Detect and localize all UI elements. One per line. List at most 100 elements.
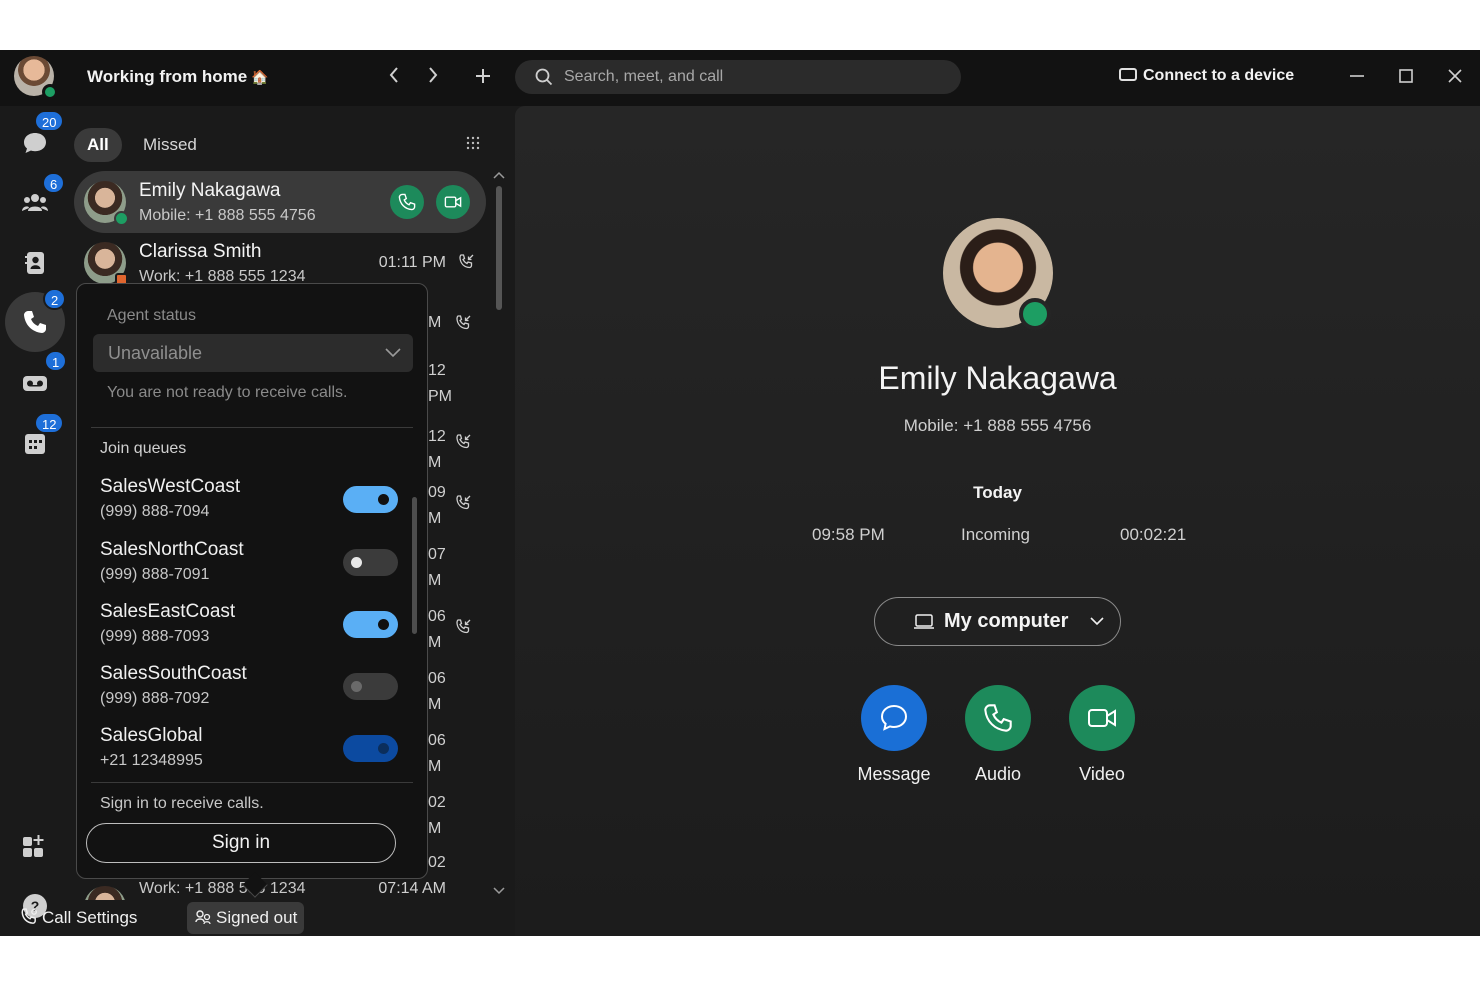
house-emoji-icon: 🏠 (251, 69, 269, 85)
rail-calling[interactable]: 2 (5, 288, 67, 352)
top-bar: Working from home 🏠 Search, meet, and cal… (0, 50, 1480, 106)
incoming-call-icon (456, 495, 471, 510)
scrollbar-thumb[interactable] (496, 186, 502, 310)
partial-call-time: 09 M (428, 484, 446, 527)
tab-missed[interactable]: Missed (130, 128, 210, 162)
calling-badge: 2 (43, 288, 67, 310)
queue-toggle[interactable] (343, 735, 398, 762)
rail-teams[interactable]: 6 (8, 172, 66, 230)
popup-scrollbar[interactable] (412, 497, 417, 634)
queue-name: SalesSouthCoast (100, 663, 247, 684)
avatar (84, 886, 126, 900)
meetings-badge: 12 (34, 412, 65, 434)
search-icon (535, 68, 553, 86)
contacts-icon (25, 252, 44, 274)
scroll-up-icon[interactable] (493, 170, 505, 180)
device-selector[interactable]: My computer (874, 597, 1121, 646)
call-log-duration: 00:02:21 (1120, 525, 1187, 544)
partial-call-time: 02 (428, 854, 446, 871)
queue-toggle[interactable] (343, 486, 398, 513)
queue-number: (999) 888-7091 (100, 566, 210, 583)
incoming-call-icon (456, 315, 471, 330)
presence-dot (42, 84, 58, 100)
incoming-call-icon (456, 619, 471, 634)
scroll-down-icon[interactable] (493, 886, 505, 896)
queue-toggle[interactable] (343, 611, 398, 638)
queue-item: SalesWestCoast (999) 888-7094 (100, 476, 400, 532)
partial-call-time: 12 PM (428, 362, 452, 405)
sign-in-button[interactable]: Sign in (86, 823, 396, 863)
rail-contacts[interactable] (8, 236, 62, 290)
queue-item: SalesNorthCoast (999) 888-7091 (100, 539, 400, 595)
phone-icon (398, 193, 416, 211)
minimize-icon[interactable] (1345, 64, 1369, 88)
agent-icon (195, 910, 211, 925)
search-input[interactable]: Search, meet, and call (515, 60, 961, 94)
agent-status-popup: Agent status Unavailable You are not rea… (76, 283, 428, 879)
call-settings-button[interactable]: Call Settings (20, 902, 137, 934)
video-camera-icon (444, 196, 462, 208)
back-button[interactable] (380, 62, 408, 92)
contact-detail-panel: Emily Nakagawa Mobile: +1 888 555 4756 T… (515, 106, 1480, 936)
contact-number: Mobile: +1 888 555 4756 (139, 207, 316, 224)
phone-icon (24, 311, 46, 333)
agent-status-value: Unavailable (108, 343, 203, 363)
maximize-icon[interactable] (1394, 64, 1418, 88)
rail-apps[interactable] (8, 820, 62, 874)
divider (91, 782, 413, 783)
chat-bubble-icon (24, 133, 46, 153)
incoming-call-icon (456, 434, 471, 449)
voicemail-badge: 1 (44, 350, 68, 372)
new-button[interactable] (469, 62, 497, 92)
call-log-time: 09:58 PM (812, 525, 885, 544)
signed-out-button[interactable]: Signed out (187, 902, 305, 934)
search-placeholder: Search, meet, and call (564, 68, 724, 85)
queue-name: SalesGlobal (100, 725, 203, 746)
tab-all[interactable]: All (74, 128, 122, 162)
queue-name: SalesEastCoast (100, 601, 236, 622)
call-time: 01:11 PM (378, 254, 446, 271)
close-icon[interactable] (1443, 64, 1467, 88)
chat-bubble-icon (880, 704, 908, 731)
rail-meetings[interactable]: 12 (8, 412, 65, 470)
partial-call-time: 07 M (428, 546, 446, 589)
call-list-scrollbar[interactable] (491, 170, 507, 900)
forward-button[interactable] (419, 62, 447, 92)
list-item[interactable]: Work: +1 888 555 1234 07:14 AM (74, 876, 486, 900)
queue-item: SalesEastCoast (999) 888-7093 (100, 601, 400, 657)
detail-contact-name: Emily Nakagawa (878, 360, 1117, 396)
dialpad-icon[interactable] (466, 136, 480, 150)
navigation-rail: 20 6 2 1 12 ? (0, 106, 70, 936)
avatar (84, 181, 129, 226)
plus-icon (476, 69, 490, 83)
phone-settings-icon (21, 908, 37, 924)
messaging-badge: 20 (34, 110, 65, 132)
message-button[interactable] (861, 685, 927, 751)
avatar (943, 218, 1053, 330)
my-avatar[interactable] (14, 56, 58, 100)
video-call-button[interactable] (436, 185, 470, 219)
video-label: Video (1079, 764, 1125, 784)
list-item[interactable]: Emily Nakagawa Mobile: +1 888 555 4756 (74, 171, 486, 233)
chevron-down-icon (1090, 617, 1104, 626)
detail-contact-number: Mobile: +1 888 555 4756 (903, 416, 1092, 435)
video-call-button[interactable] (1069, 685, 1135, 751)
agent-status-select[interactable]: Unavailable (93, 334, 413, 372)
call-log-date: Today (973, 483, 1022, 502)
rail-voicemail[interactable]: 1 (8, 350, 68, 410)
queue-item: SalesGlobal +21 12348995 (100, 725, 400, 781)
custom-status[interactable]: Working from home 🏠 (87, 67, 269, 87)
voicemail-icon (23, 376, 47, 391)
status-text-label: Working from home (87, 67, 248, 86)
queue-name: SalesNorthCoast (100, 539, 244, 560)
audio-call-button[interactable] (965, 685, 1031, 751)
audio-call-button[interactable] (390, 185, 424, 219)
queue-toggle[interactable] (343, 549, 398, 576)
connect-device-button[interactable]: Connect to a device (1119, 67, 1294, 85)
queue-toggle[interactable] (343, 673, 398, 700)
incoming-call-icon (459, 254, 474, 269)
teams-badge: 6 (42, 172, 66, 194)
rail-messaging[interactable]: 20 (8, 110, 65, 170)
contact-number: Work: +1 888 555 1234 (139, 880, 306, 897)
video-camera-icon (1088, 709, 1116, 727)
